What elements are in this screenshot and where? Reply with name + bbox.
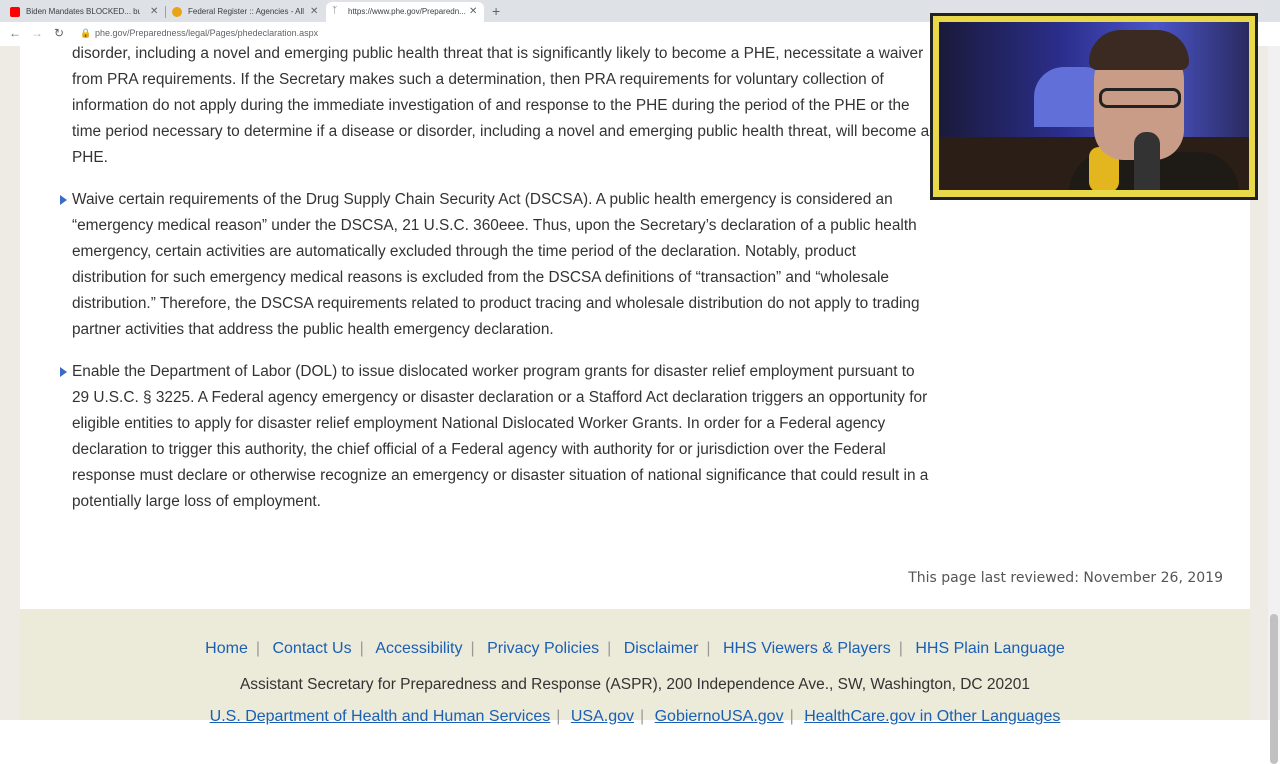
close-tab-icon[interactable]: ✕	[310, 6, 318, 17]
list-item-dol: Enable the Department of Labor (DOL) to …	[72, 363, 929, 510]
webcam-video	[939, 22, 1249, 190]
footer-link-privacy[interactable]: Privacy Policies	[487, 640, 599, 657]
footer-address: Assistant Secretary for Preparedness and…	[239, 676, 1031, 693]
footer-link-gobierno[interactable]: GobiernoUSA.gov	[655, 708, 784, 725]
tab-federal-register[interactable]: Federal Register :: Agencies - All ✕	[166, 2, 324, 22]
close-tab-icon[interactable]: ✕	[150, 6, 158, 17]
footer-links: Home | Contact Us | Accessibility | Privacy…	[205, 640, 1065, 657]
footer-link-plain-language[interactable]: HHS Plain Language	[915, 640, 1064, 657]
footer-link-viewers[interactable]: HHS Viewers & Players	[723, 640, 891, 657]
new-tab-button[interactable]: +	[492, 3, 500, 19]
microphone-image	[1134, 132, 1160, 190]
tab-youtube[interactable]: Biden Mandates BLOCKED... but ✕	[4, 2, 164, 22]
reload-icon[interactable]: ↻	[54, 26, 64, 40]
footer-link-accessibility[interactable]: Accessibility	[375, 640, 462, 657]
tab-title: Biden Mandates BLOCKED... but	[26, 7, 140, 16]
paragraph-pra: disorder, including a novel and emerging…	[72, 45, 930, 166]
forward-icon[interactable]: →	[31, 26, 43, 40]
footer-link-healthcare[interactable]: HealthCare.gov in Other Languages	[804, 708, 1060, 725]
glasses-image	[1099, 88, 1181, 108]
lock-icon: 🔒	[80, 28, 92, 38]
tab-title: Federal Register :: Agencies - All	[188, 7, 304, 16]
tab-title: https://www.phe.gov/Preparedn...	[348, 7, 466, 16]
federal-register-icon	[172, 7, 182, 17]
webcam-overlay	[930, 13, 1258, 200]
bullet-icon	[60, 195, 67, 205]
back-icon[interactable]: ←	[9, 26, 21, 40]
scrollbar[interactable]	[1268, 46, 1280, 764]
footer-link-hhs[interactable]: U.S. Department of Health and Human Serv…	[210, 708, 551, 725]
last-reviewed: This page last reviewed: November 26, 20…	[908, 570, 1223, 586]
footer-link-usagov[interactable]: USA.gov	[571, 708, 634, 725]
close-tab-icon[interactable]: ✕	[469, 6, 477, 17]
scrollbar-thumb[interactable]	[1270, 614, 1278, 764]
url-field[interactable]: phe.gov/Preparedness/legal/Pages/phedecl…	[95, 28, 318, 38]
footer-links-secondary: U.S. Department of Health and Human Serv…	[209, 708, 1061, 725]
page-icon: ᛉ	[332, 5, 338, 15]
list-item-dscsa: Waive certain requirements of the Drug S…	[72, 191, 920, 338]
bullet-icon	[60, 367, 67, 377]
footer-link-contact[interactable]: Contact Us	[272, 640, 351, 657]
footer-link-home[interactable]: Home	[205, 640, 248, 657]
footer: Home | Contact Us | Accessibility | Privacy…	[20, 609, 1250, 725]
person-hair-image	[1089, 30, 1189, 70]
youtube-icon	[10, 7, 20, 17]
footer-link-disclaimer[interactable]: Disclaimer	[624, 640, 699, 657]
tab-phe[interactable]: ᛉ https://www.phe.gov/Preparedn... ✕	[326, 2, 484, 22]
